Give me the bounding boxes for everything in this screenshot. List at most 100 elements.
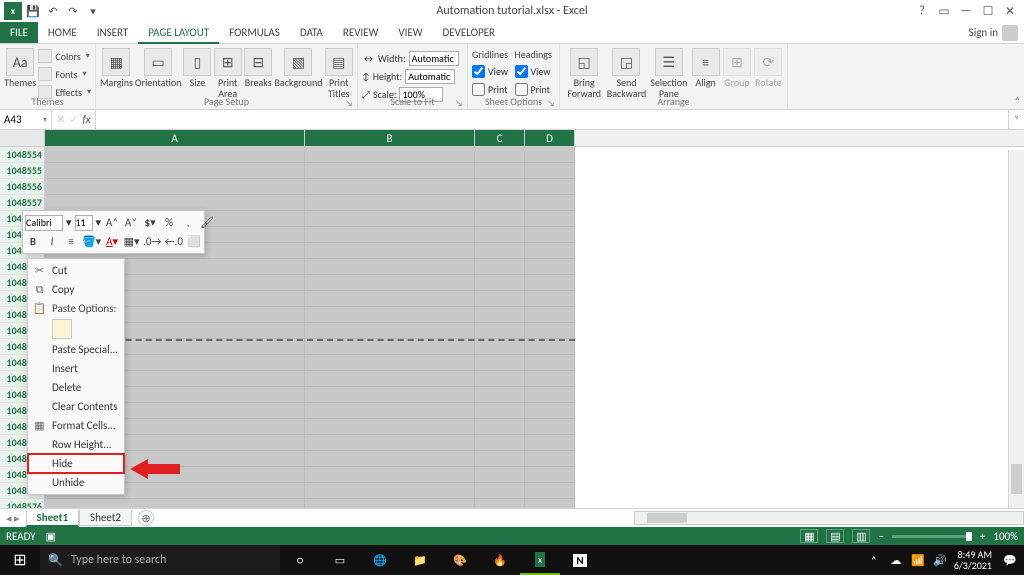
tray-overflow-button[interactable]: ˄ (866, 552, 882, 568)
cell[interactable] (525, 195, 575, 211)
cell[interactable] (305, 259, 475, 275)
cell[interactable] (525, 275, 575, 291)
cell[interactable] (305, 355, 475, 371)
tab-file[interactable]: FILE (0, 22, 38, 43)
cell[interactable] (525, 227, 575, 243)
sheet-options-dialog-button[interactable]: ↘ (547, 98, 557, 108)
menu-unhide[interactable]: Unhide (28, 473, 124, 492)
gridlines-print-checkbox[interactable] (472, 83, 485, 96)
cell[interactable] (525, 499, 575, 508)
cell[interactable] (525, 243, 575, 259)
cell[interactable] (525, 403, 575, 419)
cell[interactable] (475, 307, 525, 323)
taskbar-app2[interactable]: 🔥 (480, 545, 520, 575)
cell[interactable] (475, 371, 525, 387)
vscroll-thumb[interactable] (1011, 464, 1022, 494)
close-button[interactable]: ✕ (1000, 2, 1020, 20)
cell[interactable] (475, 419, 525, 435)
tray-volume-icon[interactable]: 🔊 (932, 552, 948, 568)
cell[interactable] (305, 499, 475, 508)
cell[interactable] (475, 403, 525, 419)
taskbar-notion[interactable]: N (560, 545, 600, 575)
tab-page-layout[interactable]: PAGE LAYOUT (138, 22, 219, 44)
taskbar-search[interactable]: 🔍 Type here to search (40, 545, 280, 575)
align-button[interactable]: ≡Align (691, 46, 720, 88)
menu-copy[interactable]: ⧉Copy (28, 280, 124, 299)
cell[interactable] (525, 323, 575, 339)
italic-button[interactable]: I (44, 233, 60, 251)
cell[interactable] (475, 227, 525, 243)
size-button[interactable]: ▯Size (183, 46, 211, 88)
cell[interactable] (475, 355, 525, 371)
sheet-nav[interactable]: ◂ ▸ (0, 512, 26, 525)
zoom-in-button[interactable]: + (980, 530, 985, 543)
format-painter-button[interactable]: 🖌 (199, 214, 215, 232)
tray-onedrive-icon[interactable]: ☁ (888, 552, 904, 568)
cell[interactable] (305, 339, 475, 355)
cell[interactable] (525, 211, 575, 227)
formula-input[interactable] (96, 110, 1008, 129)
tab-data[interactable]: DATA (290, 22, 333, 43)
cell[interactable] (525, 179, 575, 195)
column-header-B[interactable]: B (305, 130, 475, 146)
cell[interactable] (525, 355, 575, 371)
cell[interactable] (475, 323, 525, 339)
increase-decimal-button[interactable]: .0→ (143, 233, 162, 251)
font-color-button[interactable]: A▾ (104, 233, 120, 251)
cell[interactable] (305, 163, 475, 179)
taskbar-explorer[interactable]: 📁 (400, 545, 440, 575)
taskbar-excel[interactable]: x (520, 545, 560, 575)
page-break-view-button[interactable]: ▥ (852, 529, 870, 543)
page-layout-view-button[interactable]: ▤ (826, 529, 844, 543)
select-all-button[interactable] (0, 130, 45, 146)
cell[interactable] (305, 483, 475, 499)
cell[interactable] (475, 259, 525, 275)
borders-button[interactable]: ▦▾ (123, 233, 140, 251)
name-box[interactable]: ▾ (0, 110, 52, 129)
save-button[interactable]: 💾 (24, 2, 42, 20)
cell[interactable] (305, 227, 475, 243)
cell[interactable] (475, 211, 525, 227)
cell[interactable] (475, 387, 525, 403)
accounting-format-button[interactable]: $▾ (142, 214, 158, 232)
expand-formula-button[interactable]: ˅ (1008, 110, 1024, 129)
cell[interactable] (475, 147, 525, 163)
cell[interactable] (305, 451, 475, 467)
cell[interactable] (305, 291, 475, 307)
comma-format-button[interactable]: , (180, 214, 196, 232)
cell[interactable] (525, 307, 575, 323)
column-header-D[interactable]: D (525, 130, 575, 146)
tab-view[interactable]: VIEW (388, 22, 432, 43)
themes-button[interactable]: Aa Themes (4, 46, 36, 88)
cell[interactable] (525, 163, 575, 179)
qat-customize-button[interactable]: ▾ (84, 2, 102, 20)
cell[interactable] (45, 163, 305, 179)
cell[interactable] (525, 371, 575, 387)
collapse-ribbon-button[interactable]: ˄ (1015, 94, 1020, 107)
fill-color-button[interactable]: 🪣▾ (82, 233, 101, 251)
cell[interactable] (305, 323, 475, 339)
tab-home[interactable]: HOME (38, 22, 87, 43)
send-backward-button[interactable]: ◲Send Backward (606, 46, 646, 99)
cell[interactable] (525, 451, 575, 467)
menu-cut[interactable]: ✂Cut (28, 261, 124, 280)
headings-print-checkbox[interactable] (515, 83, 528, 96)
cell[interactable] (45, 195, 305, 211)
cell[interactable] (475, 483, 525, 499)
cell[interactable] (305, 195, 475, 211)
row-header[interactable]: 1048555 (0, 163, 45, 179)
mini-fontsize-select[interactable] (75, 215, 93, 231)
sheet-tab-1[interactable]: Sheet1 (26, 510, 80, 527)
row-header[interactable]: 1048576 (0, 499, 45, 508)
selection-pane-button[interactable]: ☰Selection Pane (649, 46, 689, 99)
cell[interactable] (305, 243, 475, 259)
tab-formulas[interactable]: FORMULAS (219, 22, 290, 43)
zoom-slider[interactable] (892, 535, 972, 538)
help-button[interactable]: ? (912, 2, 932, 20)
cell[interactable] (305, 147, 475, 163)
cell[interactable] (525, 387, 575, 403)
cell[interactable] (305, 435, 475, 451)
notifications-button[interactable]: 💬 (1002, 552, 1018, 568)
page-setup-dialog-button[interactable]: ↘ (345, 98, 355, 108)
taskbar-chrome[interactable]: 🌐 (360, 545, 400, 575)
